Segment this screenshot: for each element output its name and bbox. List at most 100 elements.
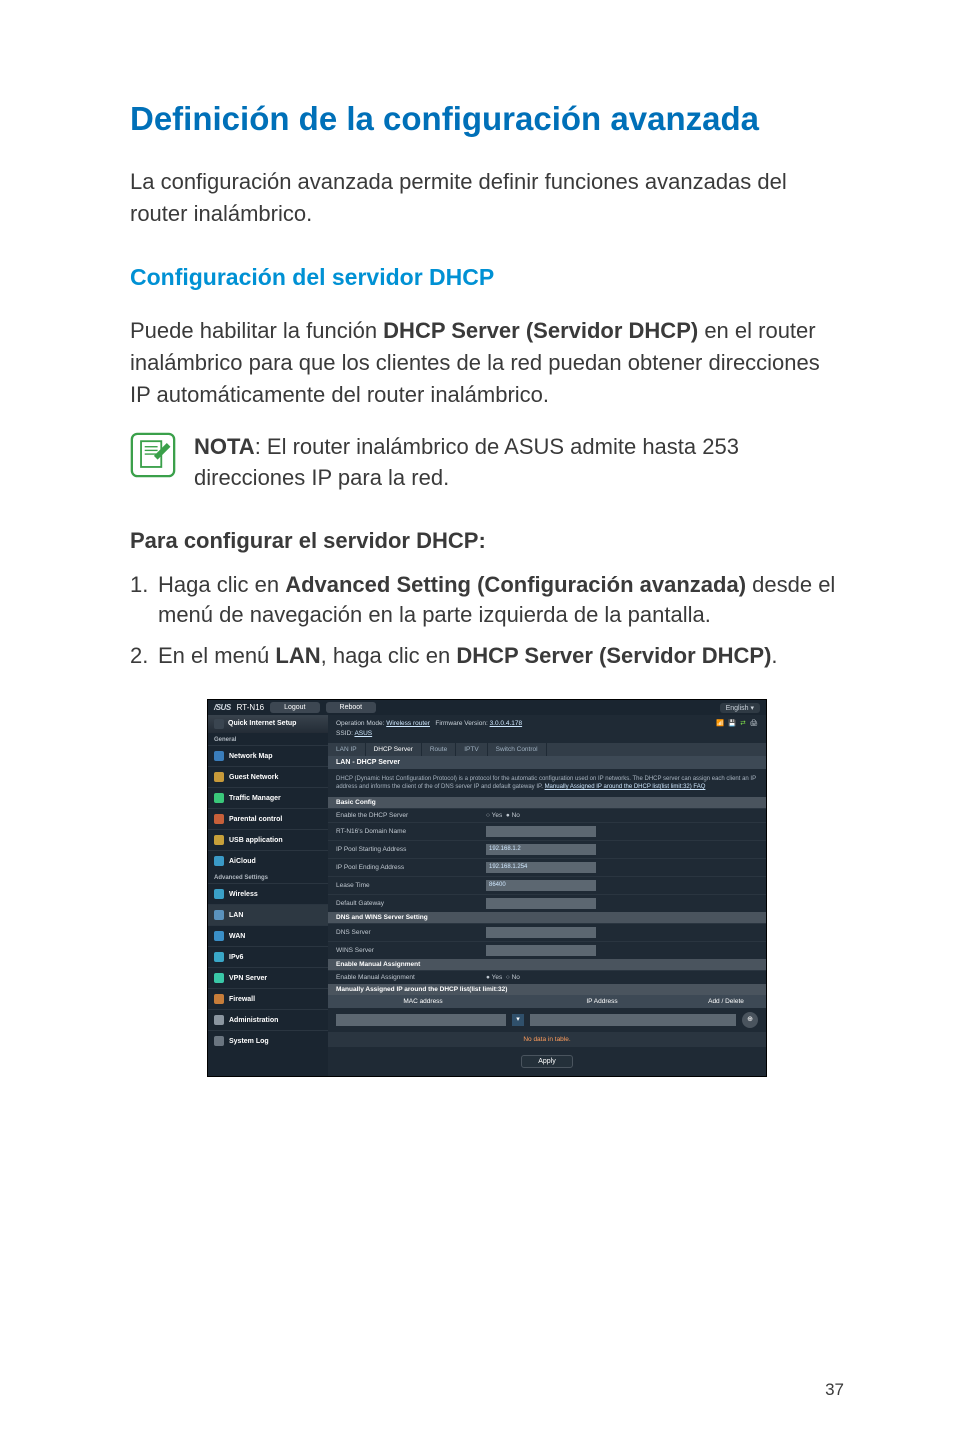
- tab-dhcp-server[interactable]: DHCP Server: [366, 743, 422, 756]
- manual-assign-band: Enable Manual Assignment: [328, 959, 766, 970]
- wifi-status-icon: 📶: [716, 719, 724, 729]
- sidebar-item-administration[interactable]: Administration: [208, 1009, 328, 1030]
- manual-table-row: ▾ ⊕: [328, 1008, 766, 1032]
- lock-icon: [214, 814, 224, 824]
- sidebar-item-wan[interactable]: WAN: [208, 925, 328, 946]
- ip-start-label: IP Pool Starting Address: [336, 846, 486, 853]
- th-mac: MAC address: [328, 995, 518, 1008]
- ip-input[interactable]: [530, 1014, 736, 1026]
- wifi-icon: [214, 889, 224, 899]
- log-icon: [214, 1036, 224, 1046]
- th-add-delete: Add / Delete: [686, 995, 766, 1008]
- router-info-bar: 📶 💾 ⇄ 🖨 Operation Mode: Wireless router …: [328, 715, 766, 743]
- dns-server-label: DNS Server: [336, 929, 486, 936]
- dns-server-input[interactable]: [486, 927, 596, 938]
- mac-dropdown[interactable]: ▾: [512, 1014, 524, 1026]
- tab-iptv[interactable]: IPTV: [456, 743, 487, 756]
- steps-list: Haga clic en Advanced Setting (Configura…: [130, 570, 844, 671]
- note-icon: [130, 432, 176, 478]
- tab-route[interactable]: Route: [422, 743, 456, 756]
- ssid-link[interactable]: ASUS: [354, 730, 372, 737]
- panel-heading: LAN - DHCP Server: [328, 756, 766, 769]
- user-icon: [214, 1015, 224, 1025]
- reboot-button[interactable]: Reboot: [326, 702, 377, 713]
- manual-table-header: MAC address IP Address Add / Delete: [328, 995, 766, 1008]
- lan-icon: [214, 910, 224, 920]
- add-button[interactable]: ⊕: [742, 1012, 758, 1028]
- domain-name-input[interactable]: [486, 826, 596, 837]
- sidebar-item-ipv6[interactable]: IPv6: [208, 946, 328, 967]
- th-ip: IP Address: [518, 995, 686, 1008]
- usb-status-icon: 💾: [728, 719, 736, 729]
- shield-icon: [214, 994, 224, 1004]
- sidebar-item-lan[interactable]: LAN: [208, 904, 328, 925]
- default-gateway-label: Default Gateway: [336, 900, 486, 907]
- router-tabs: LAN IP DHCP Server Route IPTV Switch Con…: [328, 743, 766, 756]
- faq-link[interactable]: Manually Assigned IP around the DHCP lis…: [545, 784, 706, 790]
- sidebar-item-firewall[interactable]: Firewall: [208, 988, 328, 1009]
- section-heading: Configuración del servidor DHCP: [130, 264, 844, 291]
- basic-config-band: Basic Config: [328, 797, 766, 808]
- magic-wand-icon: [214, 719, 224, 729]
- sidebar-item-system-log[interactable]: System Log: [208, 1030, 328, 1051]
- lease-time-label: Lease Time: [336, 882, 486, 889]
- body-text: Puede habilitar la función DHCP Server (…: [130, 315, 844, 411]
- note-block: NOTA: El router inalámbrico de ASUS admi…: [130, 432, 844, 494]
- sidebar-item-parental-control[interactable]: Parental control: [208, 808, 328, 829]
- cloud-icon: [214, 856, 224, 866]
- lease-time-input[interactable]: 86400: [486, 880, 596, 891]
- ip-end-label: IP Pool Ending Address: [336, 864, 486, 871]
- usb-icon: [214, 835, 224, 845]
- op-mode-link[interactable]: Wireless router: [386, 720, 430, 727]
- advanced-header: Advanced Settings: [208, 871, 328, 883]
- wins-server-input[interactable]: [486, 945, 596, 956]
- step-1: Haga clic en Advanced Setting (Configura…: [130, 570, 844, 629]
- router-main: 📶 💾 ⇄ 🖨 Operation Mode: Wireless router …: [328, 715, 766, 1076]
- intro-text: La configuración avanzada permite defini…: [130, 166, 844, 230]
- sidebar-item-usb-application[interactable]: USB application: [208, 829, 328, 850]
- manual-list-band: Manually Assigned IP around the DHCP lis…: [328, 984, 766, 995]
- wins-server-label: WINS Server: [336, 947, 486, 954]
- enable-dhcp-label: Enable the DHCP Server: [336, 812, 486, 819]
- general-header: General: [208, 733, 328, 745]
- manual-assign-label: Enable Manual Assignment: [336, 974, 486, 981]
- network-icon: [214, 751, 224, 761]
- dns-wins-band: DNS and WINS Server Setting: [328, 912, 766, 923]
- default-gateway-input[interactable]: [486, 898, 596, 909]
- ip-start-input[interactable]: 192.168.1.2: [486, 844, 596, 855]
- printer-status-icon: 🖨: [750, 719, 758, 729]
- router-screenshot: /SUS RT-N16 Logout Reboot English ▾ Quic…: [207, 699, 767, 1077]
- step-2: En el menú LAN, haga clic en DHCP Server…: [130, 641, 844, 671]
- tab-lan-ip[interactable]: LAN IP: [328, 743, 366, 756]
- logout-button[interactable]: Logout: [270, 702, 319, 713]
- steps-heading: Para configurar el servidor DHCP:: [130, 528, 844, 554]
- asus-logo: /SUS: [214, 703, 231, 712]
- language-select[interactable]: English ▾: [720, 703, 760, 713]
- sidebar-item-traffic-manager[interactable]: Traffic Manager: [208, 787, 328, 808]
- apply-button[interactable]: Apply: [521, 1055, 573, 1068]
- manual-assign-radio[interactable]: ● Yes ○ No: [486, 974, 520, 981]
- traffic-icon: [214, 793, 224, 803]
- sidebar-item-aicloud[interactable]: AiCloud: [208, 850, 328, 871]
- ip-end-input[interactable]: 192.168.1.254: [486, 862, 596, 873]
- sidebar-item-vpn-server[interactable]: VPN Server: [208, 967, 328, 988]
- ipv6-icon: [214, 952, 224, 962]
- link-status-icon: ⇄: [740, 719, 745, 729]
- firmware-link[interactable]: 3.0.0.4.178: [490, 720, 523, 727]
- domain-name-label: RT-N16's Domain Name: [336, 828, 486, 835]
- sidebar-item-network-map[interactable]: Network Map: [208, 745, 328, 766]
- sidebar-item-guest-network[interactable]: Guest Network: [208, 766, 328, 787]
- vpn-icon: [214, 973, 224, 983]
- page-number: 37: [825, 1380, 844, 1400]
- quick-internet-setup[interactable]: Quick Internet Setup: [208, 715, 328, 733]
- table-empty-message: No data in table.: [328, 1032, 766, 1047]
- mac-input[interactable]: [336, 1014, 506, 1026]
- router-sidebar: Quick Internet Setup General Network Map…: [208, 715, 328, 1076]
- tab-switch-control[interactable]: Switch Control: [488, 743, 547, 756]
- guest-icon: [214, 772, 224, 782]
- router-topbar: /SUS RT-N16 Logout Reboot English ▾: [208, 700, 766, 715]
- note-text: NOTA: El router inalámbrico de ASUS admi…: [194, 432, 844, 494]
- enable-dhcp-radio[interactable]: ○ Yes ● No: [486, 812, 520, 819]
- page-title: Definición de la configuración avanzada: [130, 100, 844, 138]
- sidebar-item-wireless[interactable]: Wireless: [208, 883, 328, 904]
